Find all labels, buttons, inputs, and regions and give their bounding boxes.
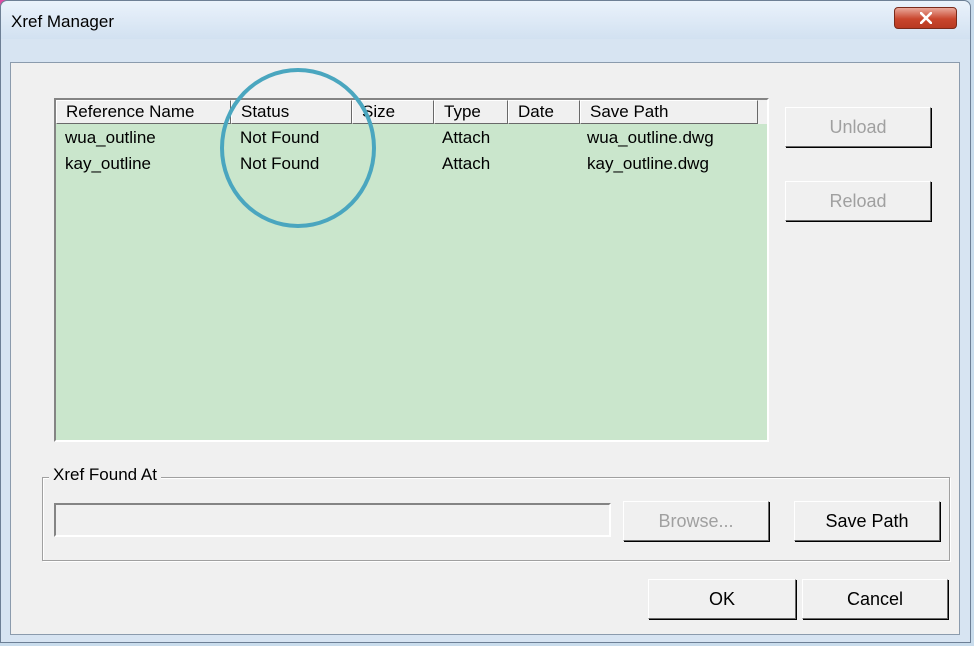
- cell-status: Not Found: [240, 154, 320, 173]
- column-header-type[interactable]: Type: [434, 100, 508, 124]
- xref-manager-dialog: Xref Manager Reference Name Status Size …: [0, 0, 971, 643]
- cell-reference-name: kay_outline: [65, 154, 152, 173]
- browse-button[interactable]: Browse...: [623, 501, 769, 541]
- xref-path-field[interactable]: [54, 503, 611, 537]
- list-item[interactable]: kay_outline Not Found Attach kay_outline…: [56, 151, 767, 177]
- column-header-size[interactable]: Size: [352, 100, 434, 124]
- close-icon: [920, 12, 932, 24]
- xref-found-at-label: Xref Found At: [49, 465, 161, 485]
- cell-type: Attach: [442, 154, 491, 173]
- title-bar[interactable]: Xref Manager: [1, 1, 970, 39]
- cell-status: Not Found: [240, 128, 320, 147]
- cell-save-path: wua_outline.dwg: [587, 128, 714, 147]
- window-title: Xref Manager: [11, 12, 114, 31]
- cell-reference-name: wua_outline: [65, 128, 156, 147]
- list-header: Reference Name Status Size Type Date Sav…: [56, 100, 767, 124]
- column-header-save-path[interactable]: Save Path: [580, 100, 758, 124]
- list-item[interactable]: wua_outline Not Found Attach wua_outline…: [56, 125, 767, 151]
- ok-button[interactable]: OK: [648, 579, 796, 619]
- save-path-button[interactable]: Save Path: [794, 501, 940, 541]
- column-header-date[interactable]: Date: [508, 100, 580, 124]
- column-header-reference-name[interactable]: Reference Name: [56, 100, 231, 124]
- dialog-client-area: Reference Name Status Size Type Date Sav…: [10, 62, 960, 635]
- unload-button[interactable]: Unload: [785, 107, 931, 147]
- cell-save-path: kay_outline.dwg: [587, 154, 709, 173]
- column-header-status[interactable]: Status: [231, 100, 352, 124]
- close-button[interactable]: [894, 7, 957, 29]
- cancel-button[interactable]: Cancel: [802, 579, 948, 619]
- cell-type: Attach: [442, 128, 491, 147]
- reload-button[interactable]: Reload: [785, 181, 931, 221]
- xref-list[interactable]: Reference Name Status Size Type Date Sav…: [54, 98, 769, 442]
